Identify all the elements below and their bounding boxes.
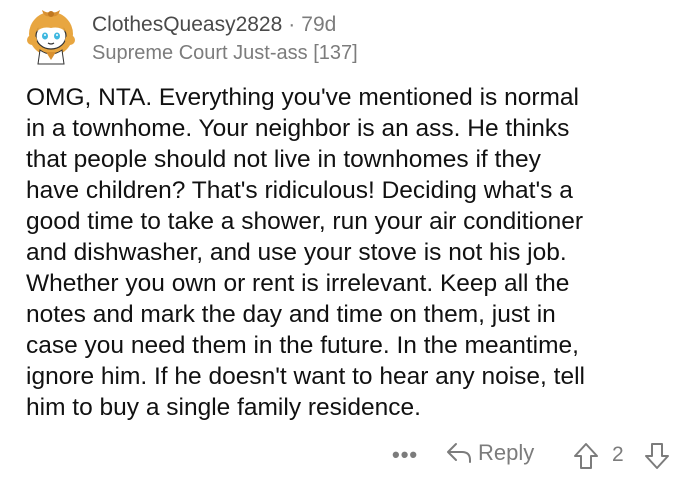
comment-meta: ClothesQueasy2828 · 79d Supreme Court Just… [92, 12, 358, 65]
reply-label: Reply [478, 440, 535, 465]
downvote-arrow-icon [645, 443, 669, 469]
upvote-arrow-icon [574, 443, 598, 469]
user-flair: Supreme Court Just-ass [137] [92, 42, 358, 64]
comment-actions: ••• Reply 2 [0, 436, 700, 480]
meta-line: ClothesQueasy2828 · 79d [92, 12, 358, 38]
downvote-button[interactable] [644, 442, 670, 475]
comment: ClothesQueasy2828 · 79d Supreme Court Just… [0, 0, 700, 483]
meta-separator: · [288, 13, 296, 36]
reply-arrow-icon [447, 443, 471, 463]
snoo-avatar-icon [27, 10, 75, 65]
username-link[interactable]: ClothesQueasy2828 [92, 13, 282, 36]
comment-age: 79d [301, 13, 337, 36]
comment-body: OMG, NTA. Everything you've mentioned is… [26, 84, 585, 421]
vote-count: 2 [612, 443, 624, 466]
reply-button[interactable]: Reply [446, 440, 534, 466]
upvote-button[interactable] [573, 442, 599, 475]
avatar[interactable] [20, 4, 82, 66]
more-options-button[interactable]: ••• [392, 442, 418, 468]
